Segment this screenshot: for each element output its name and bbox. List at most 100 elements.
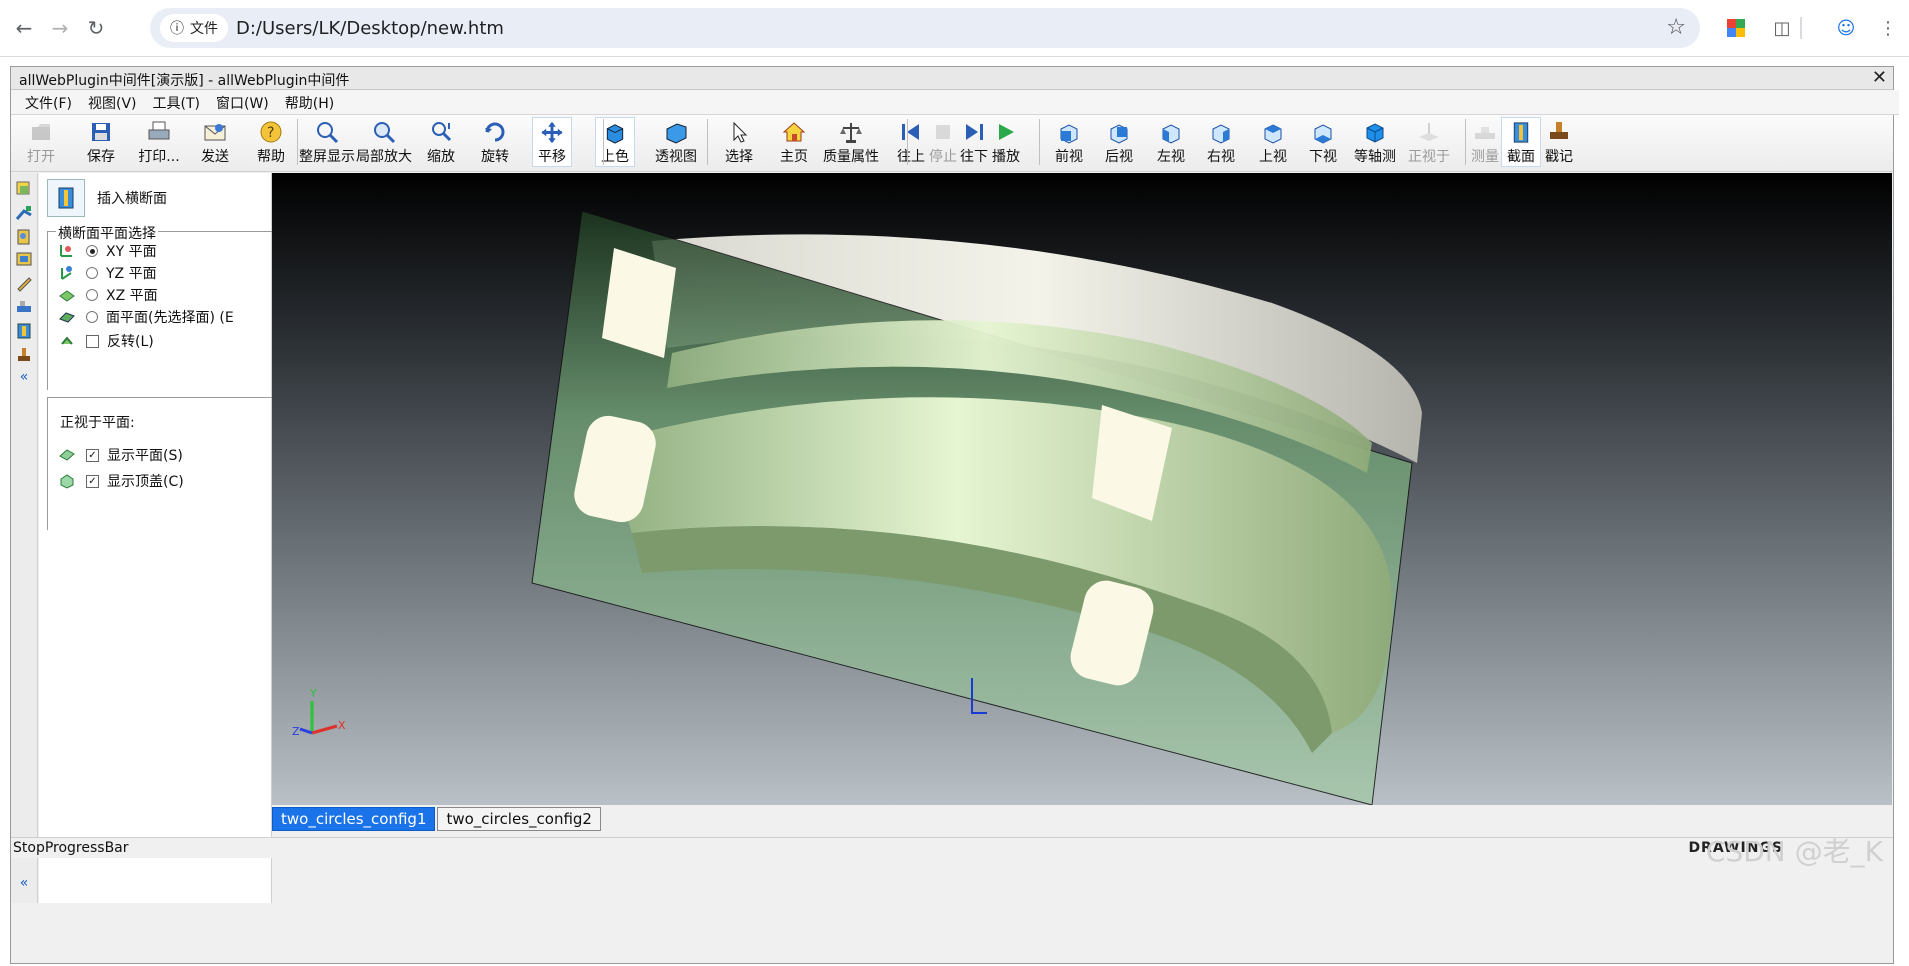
yz-plane-icon <box>61 266 72 280</box>
model-render: Y X Z <box>292 210 1422 806</box>
show-cap-icon <box>60 474 74 489</box>
toolbar-button-help[interactable]: ? 帮助 <box>251 117 291 167</box>
collapse-chevron-icon[interactable]: « <box>14 369 34 389</box>
option-yz-plane[interactable]: YZ 平面 <box>58 262 157 284</box>
menu-file[interactable]: 文件(F) <box>17 90 80 114</box>
window-titlebar: allWebPlugin中间件[演示版] - allWebPlugin中间件 ✕ <box>11 67 1893 90</box>
forward-arrow-icon[interactable]: → <box>44 12 76 44</box>
toolbar-button-stamp[interactable]: 戳记 <box>1539 117 1579 167</box>
reload-icon[interactable]: ↻ <box>80 12 112 44</box>
back-view-icon <box>1110 124 1128 144</box>
toolbar-button-rotate[interactable]: 旋转 <box>475 117 515 167</box>
toolbar-button-back-view[interactable]: 后视 <box>1099 117 1139 167</box>
next-icon <box>966 124 983 140</box>
option-show-cap[interactable]: ✓ 显示顶盖(C) <box>58 470 184 492</box>
toolbar-button-normal-to: 正视于 <box>1408 117 1450 167</box>
toolbar-button-bottom-view[interactable]: 下视 <box>1303 117 1343 167</box>
menu-bar: 文件(F) 视图(V) 工具(T) 窗口(W) 帮助(H) <box>11 90 1899 115</box>
toolbar-button-label: 往下 <box>960 149 988 165</box>
toolbar-button-right-view[interactable]: 右视 <box>1201 117 1241 167</box>
option-xy-plane[interactable]: XY 平面 <box>58 240 157 262</box>
site-info-chip[interactable]: ⓘ 文件 <box>160 14 228 42</box>
component-icon[interactable] <box>14 203 34 223</box>
toolbar-button-shaded[interactable]: 上色 <box>595 117 635 167</box>
measure-icon <box>1475 127 1495 139</box>
status-text: StopProgressBar <box>13 840 129 856</box>
insert-section-icon[interactable] <box>47 179 85 217</box>
toolbar-button-play[interactable]: 播放 <box>986 117 1026 167</box>
profile-icon[interactable]: ☺ <box>1832 14 1860 42</box>
radio-yz[interactable] <box>86 267 98 279</box>
toolbar-button-isometric[interactable]: 等轴测 <box>1351 117 1399 167</box>
option-flip[interactable]: 反转(L) <box>58 330 154 352</box>
back-arrow-icon[interactable]: ← <box>8 12 40 44</box>
radio-face[interactable] <box>86 311 98 323</box>
toolbar-button-section[interactable]: 截面 <box>1501 117 1541 167</box>
toolbar-button-zoom-area[interactable]: 局部放大 <box>354 117 414 167</box>
triad-z-label: Z <box>292 725 300 738</box>
extension-colorful-icon[interactable] <box>1722 14 1750 42</box>
show-plane-checkbox[interactable]: ✓ <box>86 448 99 462</box>
markup-pencil-icon[interactable] <box>14 273 34 293</box>
address-bar[interactable]: ⓘ 文件 D:/Users/LK/Desktop/new.htm ☆ <box>150 8 1700 48</box>
toolbar-button-perspective[interactable]: 透视图 <box>655 117 697 167</box>
toolbar-separator <box>297 119 298 165</box>
menu-help[interactable]: 帮助(H) <box>277 90 342 114</box>
normal-title: 正视于平面: <box>60 415 135 431</box>
3d-viewport[interactable]: Y X Z <box>272 173 1892 806</box>
toolbar-button-print[interactable]: 打印... <box>136 117 182 167</box>
menu-window[interactable]: 窗口(W) <box>208 90 277 114</box>
bookmark-star-icon[interactable]: ☆ <box>1666 15 1686 40</box>
stamp-icon <box>1550 122 1568 139</box>
print-icon <box>148 121 170 140</box>
stamp-strip-icon[interactable] <box>14 345 34 365</box>
toolbar-button-pan[interactable]: 平移 <box>532 117 572 167</box>
configuration-icon[interactable] <box>14 227 34 247</box>
show-plane-label: 显示平面(S) <box>107 448 183 464</box>
home-icon <box>782 122 806 142</box>
toolbar-button-label: 上色 <box>601 149 629 165</box>
browser-menu-icon[interactable]: ⋮ <box>1874 14 1902 42</box>
toolbar-button-label: 打印... <box>138 149 180 165</box>
toolbar-button-zoom[interactable]: 缩放 <box>421 117 461 167</box>
toolbar-button-home[interactable]: 主页 <box>774 117 814 167</box>
sheet-icon[interactable] <box>14 249 34 269</box>
toolbar-button-front-view[interactable]: 前视 <box>1049 117 1089 167</box>
pan-icon <box>541 121 563 144</box>
menu-view[interactable]: 视图(V) <box>80 90 145 114</box>
tab-config2[interactable]: two_circles_config2 <box>437 807 601 831</box>
toolbar-button-top-view[interactable]: 上视 <box>1253 117 1293 167</box>
option-face-plane[interactable]: 面平面(先选择面) (E <box>58 306 272 328</box>
radio-xz[interactable] <box>86 289 98 301</box>
toolbar-button-send[interactable]: 发送 <box>195 117 235 167</box>
help-icon: ? <box>260 121 282 143</box>
section-strip-icon[interactable] <box>14 321 34 341</box>
measure-strip-icon[interactable] <box>14 297 34 317</box>
toolbar-button-mass-properties[interactable]: 质量属性 <box>821 117 881 167</box>
toolbar-button-label: 后视 <box>1105 149 1133 165</box>
option-show-plane[interactable]: ✓ 显示平面(S) <box>58 444 183 466</box>
extensions-puzzle-icon[interactable]: ◫ <box>1768 14 1796 42</box>
perspective-icon <box>666 123 687 144</box>
toolbar-button-zoom-fit[interactable]: 整屏显示 <box>297 117 357 167</box>
toolbar-button-label: 发送 <box>201 149 229 165</box>
tab-config1[interactable]: two_circles_config1 <box>272 807 436 831</box>
expand-chevron-icon[interactable]: « <box>14 875 34 895</box>
toolbar-button-measure: 测量 <box>1465 117 1505 167</box>
model-tree-icon[interactable] <box>14 179 34 199</box>
toolbar-button-label: 戳记 <box>1545 149 1573 165</box>
menu-tools[interactable]: 工具(T) <box>145 90 208 114</box>
left-view-icon <box>1162 124 1180 144</box>
show-cap-checkbox[interactable]: ✓ <box>86 474 99 488</box>
close-icon[interactable]: ✕ <box>1872 67 1887 88</box>
flip-checkbox[interactable] <box>86 334 99 348</box>
toolbar-button-label: 保存 <box>87 149 115 165</box>
toolbar-button-select[interactable]: 选择 <box>719 117 759 167</box>
radio-xy[interactable] <box>86 245 98 257</box>
toolbar-button-label: 等轴测 <box>1354 149 1396 165</box>
toolbar-button-left-view[interactable]: 左视 <box>1151 117 1191 167</box>
toolbar-button-label: 正视于 <box>1408 149 1450 165</box>
url-text[interactable]: D:/Users/LK/Desktop/new.htm <box>236 18 504 39</box>
toolbar-button-save[interactable]: 保存 <box>81 117 121 167</box>
option-xz-plane[interactable]: XZ 平面 <box>58 284 158 306</box>
